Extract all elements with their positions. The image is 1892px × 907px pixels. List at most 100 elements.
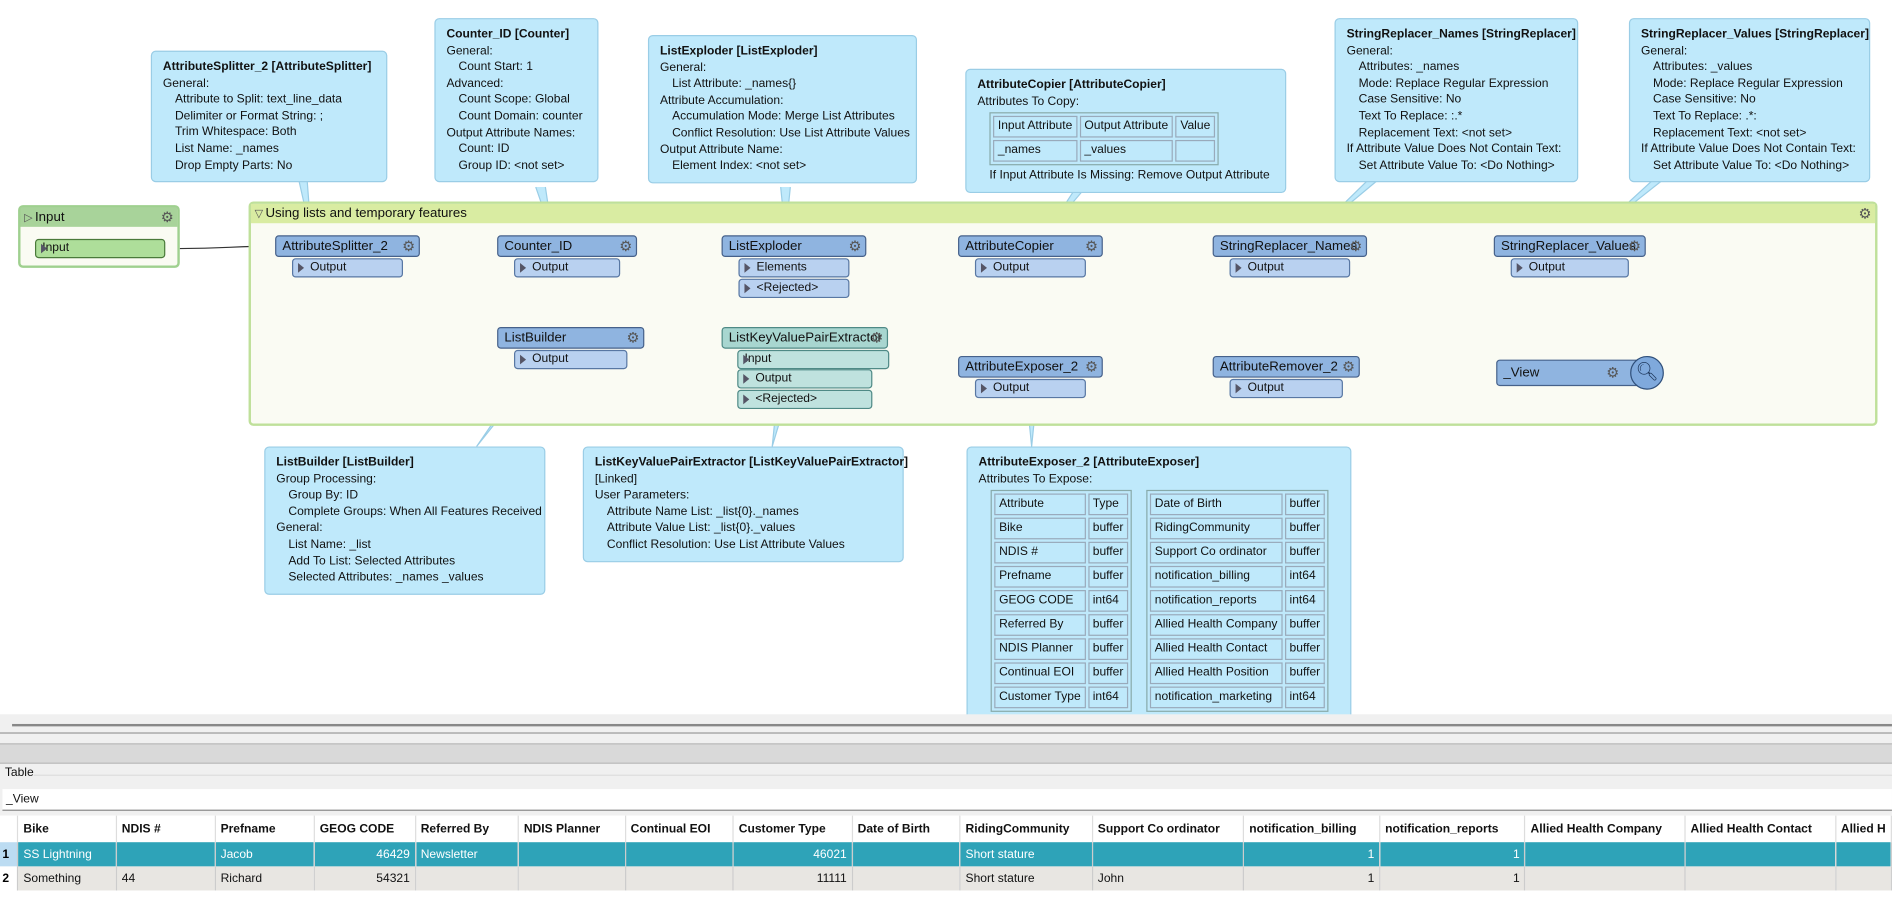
column-header[interactable]: Customer Type (733, 815, 853, 843)
table-cell[interactable]: Richard (215, 866, 315, 891)
table-cell[interactable] (518, 866, 626, 891)
table-cell[interactable] (852, 842, 961, 867)
input-port[interactable]: Input (34, 238, 166, 259)
table-cell[interactable] (1685, 842, 1837, 867)
output-port[interactable]: Output (1229, 378, 1343, 399)
output-port[interactable]: <Rejected> (738, 278, 850, 298)
annotation-lb[interactable]: ListBuilder [ListBuilder] Group Processin… (264, 446, 546, 595)
gear-icon[interactable]: ⚙ (870, 329, 883, 346)
table-cell[interactable] (415, 866, 519, 891)
table-cell[interactable] (1685, 866, 1837, 891)
table-cell[interactable] (1525, 842, 1686, 867)
transformer-ctr[interactable]: Counter_ID ⚙ (497, 235, 638, 258)
table-cell[interactable]: 46021 (733, 842, 853, 867)
table-cell[interactable] (1092, 842, 1245, 867)
column-header[interactable]: Referred By (415, 815, 519, 843)
output-port[interactable]: <Rejected> (737, 389, 873, 409)
splitter-handle[interactable] (12, 723, 1892, 727)
table-cell[interactable]: 44 (116, 866, 216, 891)
gear-icon[interactable]: ⚙ (1606, 364, 1619, 381)
table-cell[interactable]: Jacob (215, 842, 315, 867)
gear-icon[interactable]: ⚙ (1858, 205, 1871, 222)
output-port[interactable]: Output (1229, 258, 1351, 278)
table-cell[interactable] (1835, 866, 1892, 891)
table-cell[interactable]: SS Lightning (17, 842, 117, 867)
transformer-ac[interactable]: AttributeCopier ⚙ (958, 235, 1103, 258)
column-header[interactable]: Prefname (215, 815, 315, 843)
table-cell[interactable]: Newsletter (415, 842, 519, 867)
inspect-magnifier-icon[interactable]: 🔍︎ (1630, 355, 1664, 390)
transformer-srn[interactable]: StringReplacer_Names ⚙ (1212, 235, 1368, 258)
annotation-ctr[interactable]: Counter_ID [Counter] General: Count Start:… (434, 18, 599, 183)
column-header[interactable]: Allied Health Company (1525, 815, 1686, 843)
output-port[interactable]: Output (974, 378, 1086, 399)
table-cell[interactable] (116, 842, 216, 867)
row-number[interactable]: 2 (0, 866, 19, 891)
table-cell[interactable]: 46429 (314, 842, 416, 867)
table-row[interactable]: 1 SS Lightning Jacob 46429 Newsletter 46021 Sh… (0, 842, 1892, 867)
column-header[interactable]: Support Co ordinator (1092, 815, 1245, 843)
gear-icon[interactable]: ⚙ (619, 238, 632, 255)
gear-icon[interactable]: ⚙ (1342, 358, 1355, 375)
column-header[interactable]: Bike (17, 815, 117, 843)
transformer-lkv[interactable]: ListKeyValuePairExtractor ⚙ (721, 326, 889, 349)
gear-icon[interactable]: ⚙ (161, 209, 174, 226)
transformer-srv[interactable]: StringReplacer_Values ⚙ (1493, 235, 1646, 258)
gear-icon[interactable]: ⚙ (849, 238, 862, 255)
table-cell[interactable]: 1 (1243, 866, 1381, 891)
input-port[interactable]: Input (737, 349, 890, 370)
table-cell[interactable] (1835, 842, 1892, 867)
table-cell[interactable]: 11111 (733, 866, 853, 891)
column-header[interactable]: NDIS # (116, 815, 216, 843)
table-cell[interactable]: John (1092, 866, 1245, 891)
output-port[interactable]: Output (291, 258, 404, 278)
table-cell[interactable]: 1 (1379, 842, 1526, 867)
output-port[interactable]: Output (514, 349, 628, 370)
transformer-ae[interactable]: AttributeExposer_2 ⚙ (958, 355, 1103, 378)
input-bookmark[interactable]: ▷ Input ⚙ Input (18, 205, 180, 268)
table-cell[interactable]: 1 (1243, 842, 1381, 867)
table-cell[interactable]: Short stature (960, 866, 1093, 891)
column-header[interactable]: NDIS Planner (518, 815, 626, 843)
table-cell[interactable] (1525, 866, 1686, 891)
transformer-view[interactable]: _View ⚙ (1496, 359, 1648, 387)
output-port[interactable]: Output (974, 258, 1086, 278)
annotation-ac[interactable]: AttributeCopier [AttributeCopier] Attribu… (965, 68, 1287, 193)
gear-icon[interactable]: ⚙ (1349, 238, 1362, 255)
column-header[interactable]: notification_reports (1379, 815, 1526, 843)
table-cell[interactable] (518, 842, 626, 867)
annotation-le[interactable]: ListExploder [ListExploder] General: List … (647, 34, 918, 184)
table-cell[interactable]: Short stature (960, 842, 1093, 867)
annotation-lkv[interactable]: ListKeyValuePairExtractor [ListKeyValueP… (582, 446, 908, 562)
collapse-icon[interactable]: ▽ (255, 204, 263, 223)
table-cell[interactable]: Something (17, 866, 117, 891)
column-header[interactable]: GEOG CODE (314, 815, 416, 843)
gear-icon[interactable]: ⚙ (1628, 238, 1641, 255)
table-cell[interactable] (625, 842, 734, 867)
row-number[interactable]: 1 (0, 842, 19, 867)
table-cell[interactable]: 1 (1379, 866, 1526, 891)
output-port[interactable]: Output (737, 369, 873, 389)
gear-icon[interactable]: ⚙ (1085, 238, 1098, 255)
annotation-srn[interactable]: StringReplacer_Names [StringReplacer] Gen… (1334, 18, 1579, 183)
table-cell[interactable] (625, 866, 734, 891)
output-port[interactable]: Output (514, 258, 621, 278)
table-cell[interactable] (852, 866, 961, 891)
transformer-ar[interactable]: AttributeRemover_2 ⚙ (1212, 355, 1360, 378)
transformer-as[interactable]: AttributeSplitter_2 ⚙ (275, 235, 420, 258)
column-header[interactable]: notification_billing (1243, 815, 1381, 843)
output-port[interactable]: Output (1510, 258, 1629, 278)
transformer-lb[interactable]: ListBuilder ⚙ (497, 326, 645, 349)
table-cell[interactable]: 54321 (314, 866, 416, 891)
gear-icon[interactable]: ⚙ (627, 329, 640, 346)
output-port[interactable]: Elements (738, 258, 850, 278)
column-header[interactable]: Allied H (1835, 815, 1892, 843)
column-header[interactable]: Allied Health Contact (1685, 815, 1837, 843)
table-row[interactable]: 2 Something 44 Richard 54321 11111 Short statu… (0, 866, 1892, 891)
gear-icon[interactable]: ⚙ (402, 238, 415, 255)
transformer-le[interactable]: ListExploder ⚙ (721, 235, 867, 258)
table-selector[interactable]: _View (2, 789, 1892, 811)
collapse-icon[interactable]: ▷ (24, 208, 32, 227)
gear-icon[interactable]: ⚙ (1085, 358, 1098, 375)
annotation-srv[interactable]: StringReplacer_Values [StringReplacer] Ge… (1628, 18, 1871, 183)
